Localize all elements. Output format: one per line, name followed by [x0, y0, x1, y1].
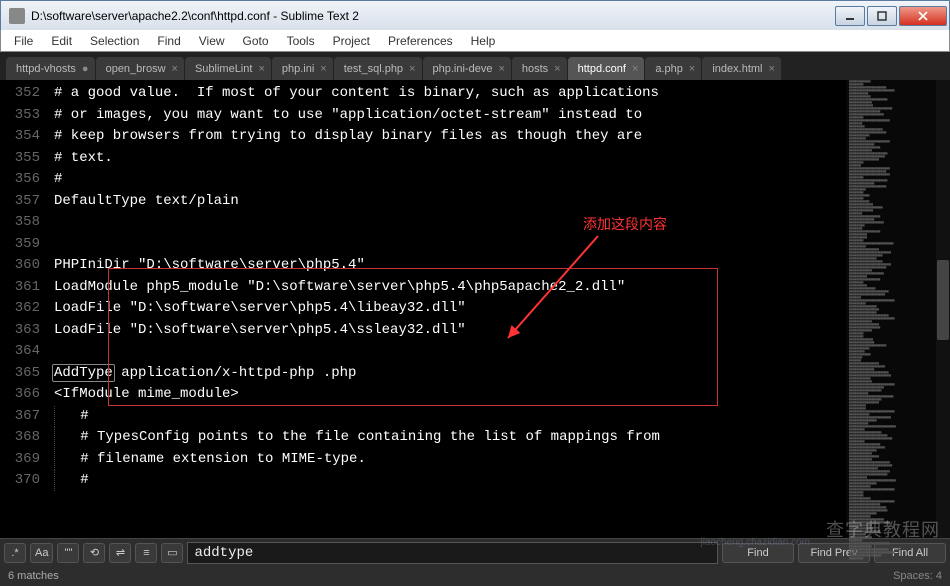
close-icon[interactable] [258, 63, 264, 75]
tab-hosts[interactable]: hosts [512, 57, 567, 80]
tabbar: httpd-vhosts open_brosw SublimeLint php.ini… [0, 52, 950, 80]
close-icon[interactable] [554, 63, 560, 75]
find-case-toggle[interactable]: Aa [30, 543, 53, 563]
find-wrap-toggle[interactable]: ⇌ [109, 543, 131, 563]
scrollbar-thumb[interactable] [937, 260, 949, 340]
line-gutter: 352 353 354 355 356 357 358 359 360 361 … [0, 80, 48, 538]
code-lines[interactable]: # a good value. If most of your content … [54, 83, 846, 492]
window-title: D:\software\server\apache2.2\conf\httpd.… [31, 9, 833, 23]
tab-sublimelint[interactable]: SublimeLint [185, 57, 271, 80]
close-icon[interactable] [409, 63, 415, 75]
tab-httpdvhosts[interactable]: httpd-vhosts [6, 57, 95, 80]
close-icon[interactable] [82, 63, 89, 75]
status-matches: 6 matches [8, 570, 893, 582]
menu-edit[interactable]: Edit [42, 32, 81, 50]
find-word-toggle[interactable]: "" [57, 543, 79, 563]
titlebar: D:\software\server\apache2.2\conf\httpd.… [0, 0, 950, 30]
tab-label: httpd.conf [578, 63, 626, 75]
tab-label: a.php [655, 63, 683, 75]
menu-find[interactable]: Find [148, 32, 189, 50]
statusbar: 6 matches Spaces: 4 [0, 566, 950, 586]
menu-help[interactable]: Help [462, 32, 505, 50]
close-icon[interactable] [689, 63, 695, 75]
find-input[interactable] [187, 542, 718, 564]
menu-preferences[interactable]: Preferences [379, 32, 462, 50]
vertical-scrollbar[interactable] [936, 80, 950, 538]
menu-view[interactable]: View [190, 32, 234, 50]
tab-openbrosw[interactable]: open_brosw [96, 57, 184, 80]
tab-aphp[interactable]: a.php [645, 57, 701, 80]
tab-httpdconf[interactable]: httpd.conf [568, 57, 645, 80]
menu-selection[interactable]: Selection [81, 32, 148, 50]
tab-label: hosts [522, 63, 548, 75]
menu-file[interactable]: File [5, 32, 42, 50]
tab-label: index.html [712, 63, 762, 75]
tab-testsqlphp[interactable]: test_sql.php [334, 57, 422, 80]
editor-area: 352 353 354 355 356 357 358 359 360 361 … [0, 80, 950, 538]
close-icon[interactable] [768, 63, 774, 75]
menu-project[interactable]: Project [324, 32, 379, 50]
status-spaces[interactable]: Spaces: 4 [893, 570, 942, 582]
tab-indexhtml[interactable]: index.html [702, 57, 781, 80]
tab-label: SublimeLint [195, 63, 252, 75]
tab-label: httpd-vhosts [16, 63, 76, 75]
minimize-button[interactable] [835, 6, 865, 26]
find-regex-toggle[interactable]: .* [4, 543, 26, 563]
watermark-url: jiaocheng.chazidian.com [700, 537, 810, 548]
menubar: FileEditSelectionFindViewGotoToolsProjec… [0, 30, 950, 52]
find-reverse-toggle[interactable]: ⟲ [83, 543, 105, 563]
annotation-label: 添加这段内容 [583, 214, 667, 236]
close-icon[interactable] [632, 63, 638, 75]
window-controls [833, 6, 947, 26]
tab-label: test_sql.php [344, 63, 403, 75]
watermark-text: 查字典教程网 [826, 516, 940, 542]
find-in-selection-toggle[interactable]: ▭ [161, 543, 183, 563]
menu-goto[interactable]: Goto [234, 32, 278, 50]
close-icon[interactable] [172, 63, 178, 75]
minimap-content: ██████████████████ ████████████ ████████… [849, 80, 896, 560]
tab-phpinideve[interactable]: php.ini-deve [423, 57, 511, 80]
maximize-button[interactable] [867, 6, 897, 26]
tab-label: php.ini [282, 63, 314, 75]
code-editor[interactable]: # a good value. If most of your content … [48, 80, 846, 538]
menu-tools[interactable]: Tools [278, 32, 324, 50]
tab-label: php.ini-deve [433, 63, 493, 75]
close-icon[interactable] [320, 63, 326, 75]
minimap[interactable]: ██████████████████ ████████████ ████████… [846, 80, 936, 538]
tab-label: open_brosw [106, 63, 166, 75]
close-button[interactable] [899, 6, 947, 26]
find-highlight-toggle[interactable]: ≡ [135, 543, 157, 563]
app-icon [9, 8, 25, 24]
close-icon[interactable] [498, 63, 504, 75]
tab-phpini[interactable]: php.ini [272, 57, 333, 80]
